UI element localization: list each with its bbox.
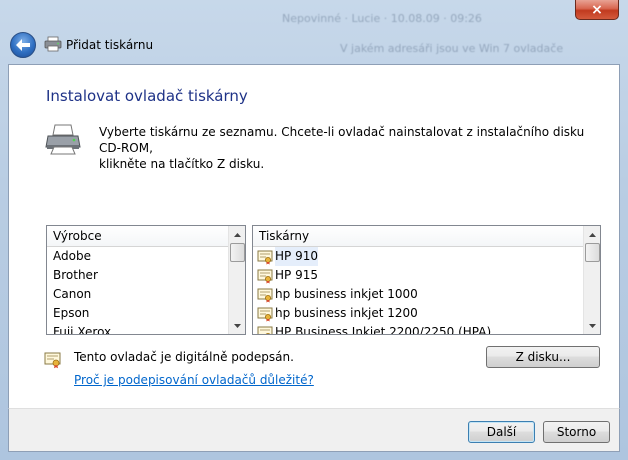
scroll-thumb[interactable] [585, 243, 600, 262]
certificate-icon [257, 250, 273, 264]
list-item[interactable]: Epson [47, 304, 228, 323]
printer-name: HP 910 [275, 247, 318, 266]
manufacturer-rows: Adobe Brother Canon Epson Fuji Xerox [47, 247, 228, 334]
window-frame: Nepovinné · Lucie · 10.08.09 · 09:26 V j… [0, 0, 628, 460]
cancel-button[interactable]: Storno [543, 421, 610, 443]
printer-name: HP Business Inkjet 2200/2250 (HPA) [275, 325, 492, 334]
manufacturer-list[interactable]: Výrobce Adobe Brother Canon Epson Fuji X… [46, 225, 246, 335]
scroll-up-icon[interactable] [229, 226, 245, 243]
list-item[interactable]: Fuji Xerox [47, 323, 228, 334]
printer-name: hp business inkjet 1000 [275, 287, 418, 301]
certificate-icon [44, 352, 61, 369]
printer-scrollbar[interactable] [583, 226, 600, 334]
next-button[interactable]: Další [468, 421, 535, 443]
instructions-line: Vyberte tiskárnu ze seznamu. Chcete-li o… [99, 125, 585, 155]
manufacturer-scrollbar[interactable] [228, 226, 245, 334]
scroll-down-icon[interactable] [229, 317, 245, 334]
list-item[interactable]: HP 910 [253, 247, 583, 266]
list-item[interactable]: Brother [47, 266, 228, 285]
scroll-up-icon[interactable] [584, 226, 600, 243]
list-item[interactable]: hp business inkjet 1000 [253, 285, 583, 304]
have-disk-button[interactable]: Z disku... [486, 346, 600, 368]
scroll-down-icon[interactable] [584, 317, 600, 334]
window-title: Přidat tiskárnu [66, 38, 154, 52]
printer-list[interactable]: Tiskárny HP 910 HP 915 hp business inkje… [252, 225, 601, 335]
certificate-icon [257, 269, 273, 283]
background-window-text: Nepovinné · Lucie · 10.08.09 · 09:26 [282, 12, 482, 25]
printer-rows: HP 910 HP 915 hp business inkjet 1000 hp… [253, 247, 583, 334]
certificate-icon [257, 288, 273, 302]
printer-icon [45, 124, 81, 155]
wizard-footer: Další Storno [8, 408, 620, 452]
certificate-icon [257, 307, 273, 321]
back-arrow-icon [16, 39, 30, 51]
back-button[interactable] [10, 32, 36, 58]
background-window-text: V jakém adresáři jsou ve Win 7 ovladače [340, 42, 564, 55]
list-item[interactable]: Canon [47, 285, 228, 304]
manufacturer-column-header[interactable]: Výrobce [47, 226, 228, 247]
scroll-thumb[interactable] [230, 243, 245, 262]
certificate-icon [257, 326, 273, 334]
list-item[interactable]: Adobe [47, 247, 228, 266]
list-item[interactable]: hp business inkjet 1200 [253, 304, 583, 323]
printer-name: HP 915 [275, 268, 318, 282]
instructions-line: klikněte na tlačítko Z disku. [99, 157, 265, 171]
printer-name: hp business inkjet 1200 [275, 306, 418, 320]
list-item[interactable]: HP Business Inkjet 2200/2250 (HPA) [253, 323, 583, 334]
close-button[interactable]: × [575, 0, 619, 20]
close-icon: × [591, 1, 603, 18]
driver-signing-link[interactable]: Proč je podepisování ovladačů důležité? [74, 373, 314, 387]
printer-icon [44, 36, 62, 52]
list-item[interactable]: HP 915 [253, 266, 583, 285]
page-title: Instalovat ovladač tiskárny [46, 87, 248, 105]
signed-driver-text: Tento ovladač je digitálně podepsán. [74, 350, 294, 364]
printer-column-header[interactable]: Tiskárny [253, 226, 583, 247]
instructions-text: Vyberte tiskárnu ze seznamu. Chcete-li o… [99, 124, 599, 172]
